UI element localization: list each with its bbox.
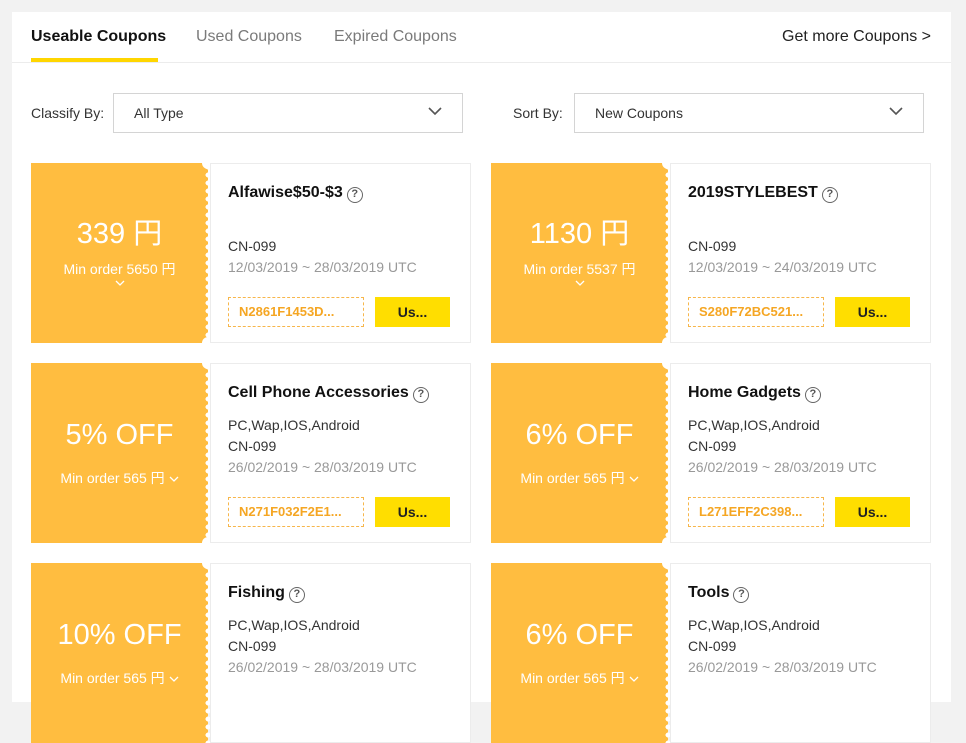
chevron-down-icon[interactable] <box>629 476 639 483</box>
chevron-down-icon <box>889 107 903 116</box>
coupon-value-block: 1130 円 Min order 5537 円 <box>491 157 674 349</box>
coupon-min-order: Min order 5650 円 <box>63 261 176 277</box>
coupon-min-order: Min order 565 円 <box>520 670 625 686</box>
tab-used-coupons[interactable]: Used Coupons <box>196 28 302 46</box>
coupon-details: 2019STYLEBEST? CN-099 12/03/2019 ~ 24/03… <box>670 163 931 343</box>
chevron-down-icon[interactable] <box>115 280 125 287</box>
use-coupon-button[interactable]: Us... <box>375 497 450 527</box>
coupon-tabs: Useable Coupons Used Coupons Expired Cou… <box>12 12 951 63</box>
help-icon[interactable]: ? <box>804 387 821 403</box>
coupon-card: 1130 円 Min order 5537 円 2019STYLEBEST? C… <box>491 157 931 349</box>
sort-select-value: New Coupons <box>595 105 683 121</box>
help-icon[interactable]: ? <box>346 187 363 203</box>
tab-useable-coupons[interactable]: Useable Coupons <box>31 28 166 46</box>
coupon-title: Fishing <box>228 584 285 601</box>
chevron-down-icon <box>428 107 442 116</box>
coupon-value-block: 6% OFF Min order 565 円 <box>491 357 674 549</box>
coupon-value-block: 6% OFF Min order 565 円 <box>491 557 674 743</box>
coupon-value-block: 5% OFF Min order 565 円 <box>31 357 214 549</box>
coupon-min-order: Min order 5537 円 <box>523 261 636 277</box>
use-coupon-button[interactable]: Us... <box>375 297 450 327</box>
coupon-region: CN-099 <box>228 238 277 254</box>
help-icon[interactable]: ? <box>733 587 750 603</box>
coupon-card: 10% OFF Min order 565 円 Fishing? PC,Wap,… <box>31 557 471 743</box>
coupon-min-order: Min order 565 円 <box>60 670 165 686</box>
coupon-amount: 339 円 <box>76 218 163 250</box>
coupon-amount: 6% OFF <box>525 619 634 651</box>
chevron-down-icon[interactable] <box>169 676 179 683</box>
coupon-amount: 5% OFF <box>65 419 174 451</box>
coupon-region: CN-099 <box>688 238 737 254</box>
tab-expired-coupons[interactable]: Expired Coupons <box>334 28 457 46</box>
coupon-value-block: 10% OFF Min order 565 円 <box>31 557 214 743</box>
coupon-platforms: PC,Wap,IOS,Android <box>228 617 360 633</box>
chevron-down-icon[interactable] <box>575 280 585 287</box>
coupon-code[interactable]: N2861F1453D... <box>228 297 364 327</box>
chevron-down-icon[interactable] <box>169 476 179 483</box>
coupon-details: Cell Phone Accessories? PC,Wap,IOS,Andro… <box>210 363 471 543</box>
coupon-min-order: Min order 565 円 <box>60 470 165 486</box>
coupon-region: CN-099 <box>228 438 277 454</box>
coupon-amount: 10% OFF <box>57 619 182 651</box>
coupon-details: Fishing? PC,Wap,IOS,Android CN-099 26/02… <box>210 563 471 743</box>
coupon-title: 2019STYLEBEST <box>688 184 818 201</box>
help-icon[interactable]: ? <box>821 187 838 203</box>
coupon-title: Home Gadgets <box>688 384 801 401</box>
coupon-card: 6% OFF Min order 565 円 Home Gadgets? PC,… <box>491 357 931 549</box>
coupon-platforms: PC,Wap,IOS,Android <box>688 417 820 433</box>
coupon-title: Alfawise$50-$3 <box>228 184 343 201</box>
coupons-panel: Useable Coupons Used Coupons Expired Cou… <box>12 12 951 743</box>
help-icon[interactable]: ? <box>412 387 429 403</box>
coupon-code[interactable]: L271EFF2C398... <box>688 497 824 527</box>
coupon-region: CN-099 <box>688 438 737 454</box>
sort-label: Sort By: <box>513 105 563 121</box>
coupon-card: 5% OFF Min order 565 円 Cell Phone Access… <box>31 357 471 549</box>
coupon-card: 339 円 Min order 5650 円 Alfawise$50-$3? C… <box>31 157 471 349</box>
classify-select-value: All Type <box>134 105 184 121</box>
coupon-dates: 12/03/2019 ~ 28/03/2019 UTC <box>228 259 417 275</box>
coupon-details: Alfawise$50-$3? CN-099 12/03/2019 ~ 28/0… <box>210 163 471 343</box>
coupon-code[interactable]: N271F032F2E1... <box>228 497 364 527</box>
get-more-coupons-link[interactable]: Get more Coupons > <box>782 28 931 46</box>
coupon-value-block: 339 円 Min order 5650 円 <box>31 157 214 349</box>
coupon-dates: 26/02/2019 ~ 28/03/2019 UTC <box>228 459 417 475</box>
coupon-details: Tools? PC,Wap,IOS,Android CN-099 26/02/2… <box>670 563 931 743</box>
coupon-details: Home Gadgets? PC,Wap,IOS,Android CN-099 … <box>670 363 931 543</box>
coupon-amount: 6% OFF <box>525 419 634 451</box>
sort-select[interactable]: New Coupons <box>574 93 924 133</box>
coupon-title: Cell Phone Accessories <box>228 384 409 401</box>
coupon-amount: 1130 円 <box>529 218 630 250</box>
help-icon[interactable]: ? <box>288 587 305 603</box>
use-coupon-button[interactable]: Us... <box>835 297 910 327</box>
chevron-down-icon[interactable] <box>629 676 639 683</box>
coupon-title: Tools <box>688 584 730 601</box>
coupon-dates: 26/02/2019 ~ 28/03/2019 UTC <box>228 659 417 675</box>
coupon-code[interactable]: S280F72BC521... <box>688 297 824 327</box>
active-tab-indicator <box>31 58 158 62</box>
use-coupon-button[interactable]: Us... <box>835 497 910 527</box>
classify-select[interactable]: All Type <box>113 93 463 133</box>
coupon-platforms: PC,Wap,IOS,Android <box>688 617 820 633</box>
classify-label: Classify By: <box>31 105 105 121</box>
coupon-dates: 26/02/2019 ~ 28/03/2019 UTC <box>688 659 877 675</box>
coupon-dates: 12/03/2019 ~ 24/03/2019 UTC <box>688 259 877 275</box>
coupon-region: CN-099 <box>688 638 737 654</box>
coupon-platforms: PC,Wap,IOS,Android <box>228 417 360 433</box>
coupon-dates: 26/02/2019 ~ 28/03/2019 UTC <box>688 459 877 475</box>
coupon-card: 6% OFF Min order 565 円 Tools? PC,Wap,IOS… <box>491 557 931 743</box>
coupon-min-order: Min order 565 円 <box>520 470 625 486</box>
coupon-region: CN-099 <box>228 638 277 654</box>
